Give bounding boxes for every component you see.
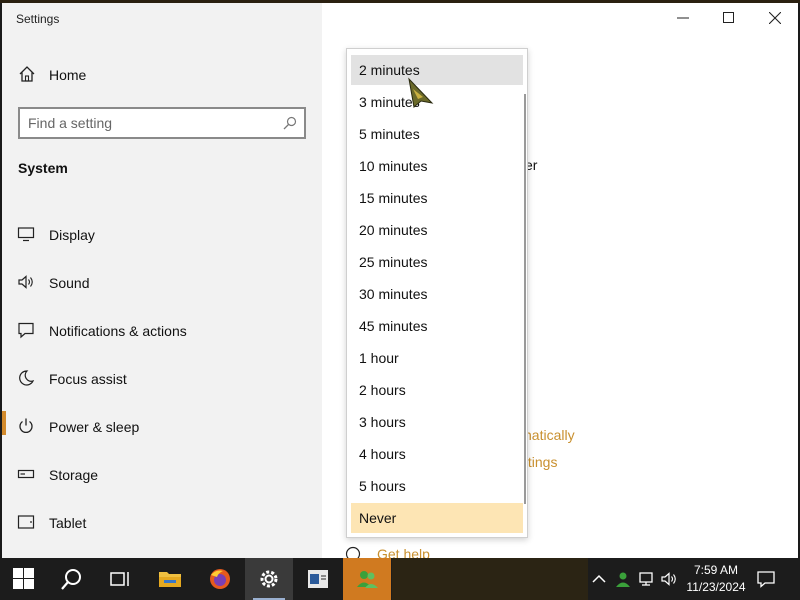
settings-icon [260,570,278,588]
partial-link-auto[interactable]: natically [524,427,575,443]
option-20-minutes[interactable]: 20 minutes [351,215,523,245]
sidebar-item-focus-assist[interactable]: Focus assist [2,355,322,403]
people-app-button[interactable] [343,558,391,600]
chevron-up-icon[interactable] [590,570,608,588]
sidebar-item-label: Notifications & actions [49,323,187,339]
start-icon [13,568,34,589]
minimize-button[interactable] [660,3,706,33]
close-button[interactable] [752,3,798,33]
option-45-minutes[interactable]: 45 minutes [351,311,523,341]
network-icon[interactable] [638,570,656,588]
app-title: Settings [16,12,60,26]
sidebar-item-label: Tablet [49,515,87,531]
option-3-minutes[interactable]: 3 minutes [351,87,523,117]
moon-icon [19,370,35,386]
settings-window: Settings Home System Display [2,3,798,558]
option-1-hour[interactable]: 1 hour [351,343,523,373]
search-input[interactable] [28,114,268,132]
sidebar-item-notifications[interactable]: Notifications & actions [2,307,322,355]
settings-taskbar-button[interactable] [245,558,293,600]
option-5-minutes[interactable]: 5 minutes [351,119,523,149]
user-account-icon[interactable] [614,570,632,588]
active-indicator [2,411,6,435]
sidebar-item-tablet[interactable]: Tablet [2,499,322,547]
option-2-minutes[interactable]: 2 minutes [351,55,523,85]
taskbar-wallpaper-area [392,558,588,600]
sidebar-item-label: Focus assist [49,371,127,387]
firefox-button[interactable] [196,558,244,600]
nav-home-label: Home [49,67,87,83]
taskbar-search-button[interactable] [48,558,96,600]
cursor-icon [408,77,434,108]
firefox-icon [210,569,230,589]
notification-icon [18,322,34,339]
search-icon [61,569,81,590]
nav-list: Display Sound Notifications & actions Fo… [2,211,322,547]
sidebar: Settings Home System Display [2,3,322,558]
people-icon [357,571,378,588]
power-icon [19,418,33,433]
terminal-button[interactable] [294,558,342,600]
storage-icon [17,469,35,479]
task-view-icon [110,572,129,586]
option-4-hours[interactable]: 4 hours [351,439,523,469]
action-center-icon[interactable] [756,570,776,588]
option-3-hours[interactable]: 3 hours [351,407,523,437]
file-explorer-button[interactable] [146,558,194,600]
search-icon [283,116,297,130]
sleep-timeout-dropdown: 2 minutes 3 minutes 5 minutes 10 minutes… [346,48,528,538]
file-explorer-icon [159,572,181,587]
get-help-label: Get help [377,546,430,558]
sidebar-item-label: Power & sleep [49,419,140,435]
clock-time: 7:59 AM [693,563,739,577]
option-never[interactable]: Never [351,503,523,533]
search-box[interactable] [18,107,306,139]
option-30-minutes[interactable]: 30 minutes [351,279,523,309]
sidebar-item-storage[interactable]: Storage [2,451,322,499]
option-5-hours[interactable]: 5 hours [351,471,523,501]
sidebar-item-label: Sound [49,275,90,291]
dropdown-scrollbar[interactable] [524,94,526,504]
get-help-link[interactable]: Get help [345,546,465,558]
minimize-icon [677,17,689,19]
home-icon [19,66,35,82]
system-clock[interactable]: 7:59 AM 11/23/2024 [680,562,752,596]
sidebar-item-display[interactable]: Display [2,211,322,259]
option-15-minutes[interactable]: 15 minutes [351,183,523,213]
maximize-icon [723,12,734,23]
option-2-hours[interactable]: 2 hours [351,375,523,405]
partial-link-settings[interactable]: ttings [524,454,557,470]
clock-date: 11/23/2024 [686,580,746,594]
sidebar-item-label: Storage [49,467,99,483]
monitor-icon [17,227,35,242]
sidebar-item-label: Display [49,227,95,243]
close-icon [769,12,781,24]
help-icon [345,546,361,558]
sidebar-item-sound[interactable]: Sound [2,259,322,307]
task-view-button[interactable] [96,558,144,600]
sidebar-item-power-sleep[interactable]: Power & sleep [2,403,322,451]
speaker-icon [18,275,33,289]
option-10-minutes[interactable]: 10 minutes [351,151,523,181]
taskbar: 7:59 AM 11/23/2024 [0,558,800,600]
start-button[interactable] [0,558,48,600]
section-heading: System [18,160,68,176]
maximize-button[interactable] [706,3,752,33]
nav-home[interactable]: Home [2,59,322,89]
terminal-icon [308,570,328,588]
option-25-minutes[interactable]: 25 minutes [351,247,523,277]
volume-icon[interactable] [660,570,678,588]
tablet-icon [17,515,35,529]
